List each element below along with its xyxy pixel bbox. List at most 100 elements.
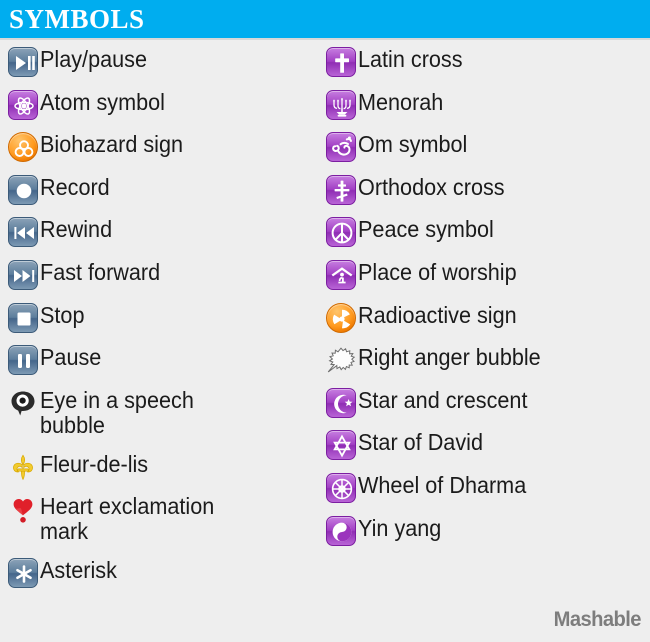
symbol-label: Rewind bbox=[40, 216, 113, 243]
eye-in-speech-bubble-icon bbox=[8, 388, 38, 418]
symbol-list-item[interactable]: Play/pause bbox=[6, 44, 318, 87]
symbol-list-item[interactable]: Menorah bbox=[324, 87, 646, 130]
symbol-label: Play/pause bbox=[40, 46, 147, 72]
icon-slot bbox=[6, 257, 40, 293]
radioactive-sign-icon bbox=[326, 302, 356, 333]
symbol-list-item[interactable]: Record bbox=[6, 172, 318, 215]
pause-icon bbox=[8, 345, 38, 376]
star-of-david-icon bbox=[326, 430, 356, 461]
symbol-label: Yin yang bbox=[358, 514, 442, 541]
icon-slot bbox=[324, 342, 358, 378]
symbol-list-item[interactable]: Star of David bbox=[324, 427, 646, 470]
symbol-list-item[interactable]: Star and crescent bbox=[324, 385, 646, 428]
icon-slot bbox=[6, 300, 40, 336]
latin-cross-icon bbox=[326, 47, 356, 77]
icon-slot bbox=[324, 427, 358, 463]
right-column: Latin cross Menorah Om symbol Orthodox cros… bbox=[324, 44, 646, 555]
symbol-label: Wheel of Dharma bbox=[358, 471, 527, 498]
symbol-list-item[interactable]: Peace symbol bbox=[324, 214, 646, 257]
icon-slot bbox=[324, 470, 358, 506]
symbol-list-item[interactable]: Yin yang bbox=[324, 513, 646, 556]
orthodox-cross-icon bbox=[326, 174, 356, 205]
icon-slot bbox=[324, 257, 358, 293]
icon-slot bbox=[324, 300, 358, 336]
symbol-label: Biohazard sign bbox=[40, 131, 184, 158]
symbol-list-item[interactable]: Pause bbox=[6, 342, 318, 385]
symbol-label: Latin cross bbox=[358, 46, 463, 72]
symbol-label: Atom symbol bbox=[40, 88, 165, 115]
symbol-label: Heart exclamation mark bbox=[40, 493, 215, 545]
atom-symbol-icon bbox=[8, 89, 38, 120]
symbol-label: Pause bbox=[40, 344, 102, 371]
icon-slot bbox=[6, 342, 40, 378]
symbol-list-item[interactable]: Latin cross bbox=[324, 44, 646, 87]
record-icon bbox=[8, 174, 38, 205]
place-of-worship-icon bbox=[326, 259, 356, 290]
symbol-list-item[interactable]: Wheel of Dharma bbox=[324, 470, 646, 513]
header-bar: SYMBOLS bbox=[0, 0, 650, 38]
page-title: SYMBOLS bbox=[9, 4, 145, 34]
icon-slot bbox=[324, 87, 358, 123]
symbol-list-item[interactable]: Fast forward bbox=[6, 257, 318, 300]
icon-slot bbox=[324, 44, 358, 80]
right-anger-bubble-icon bbox=[326, 345, 356, 375]
symbol-label: Om symbol bbox=[358, 131, 468, 158]
header-divider bbox=[0, 38, 650, 40]
asterisk-icon bbox=[8, 558, 38, 589]
symbol-label: Record bbox=[40, 173, 110, 200]
rewind-icon bbox=[8, 217, 38, 248]
icon-slot bbox=[6, 214, 40, 250]
symbol-label: Asterisk bbox=[40, 557, 117, 584]
symbol-list-item[interactable]: Place of worship bbox=[324, 257, 646, 300]
icon-slot bbox=[324, 172, 358, 208]
fleur-de-lis-icon bbox=[8, 452, 38, 482]
peace-symbol-icon bbox=[326, 217, 356, 248]
icon-slot bbox=[6, 555, 40, 591]
icon-slot bbox=[6, 449, 40, 485]
symbols-infographic: SYMBOLS Play/pause Atom symbol Biohazard s… bbox=[0, 0, 650, 642]
mashable-logo: Mashable bbox=[553, 608, 642, 631]
symbol-list-item[interactable]: Atom symbol bbox=[6, 87, 318, 130]
icon-slot bbox=[324, 385, 358, 421]
yin-yang-icon bbox=[326, 515, 356, 546]
symbol-list-item[interactable]: Asterisk bbox=[6, 555, 318, 598]
icon-slot bbox=[324, 513, 358, 549]
symbol-list-item[interactable]: Om symbol bbox=[324, 129, 646, 172]
symbol-list-item[interactable]: Biohazard sign bbox=[6, 129, 318, 172]
stop-icon bbox=[8, 302, 38, 333]
icon-slot bbox=[324, 129, 358, 165]
symbol-list-item[interactable]: Right anger bubble bbox=[324, 342, 646, 385]
icon-slot bbox=[6, 385, 40, 421]
symbol-label: Radioactive sign bbox=[358, 301, 517, 328]
wheel-of-dharma-icon bbox=[326, 472, 356, 503]
symbol-list-item[interactable]: Orthodox cross bbox=[324, 172, 646, 215]
om-symbol-icon bbox=[326, 132, 356, 163]
symbol-list-item[interactable]: Radioactive sign bbox=[324, 300, 646, 343]
symbol-label: Place of worship bbox=[358, 258, 517, 285]
icon-slot bbox=[6, 87, 40, 123]
symbol-label: Fast forward bbox=[40, 258, 161, 285]
symbol-list-item[interactable]: Stop bbox=[6, 300, 318, 343]
symbol-label: Star of David bbox=[358, 429, 483, 456]
symbol-list-item[interactable]: Rewind bbox=[6, 214, 318, 257]
menorah-icon bbox=[326, 89, 356, 120]
symbol-list-item[interactable]: Heart exclamation mark bbox=[6, 491, 318, 555]
symbol-label: Menorah bbox=[358, 88, 444, 115]
heart-exclamation-icon bbox=[8, 494, 38, 524]
symbol-label: Peace symbol bbox=[358, 216, 494, 243]
biohazard-sign-icon bbox=[8, 132, 38, 163]
icon-slot bbox=[6, 491, 40, 527]
fast-forward-icon bbox=[8, 259, 38, 290]
symbol-list-item[interactable]: Eye in a speech bubble bbox=[6, 385, 318, 449]
icon-slot bbox=[6, 129, 40, 165]
symbol-label: Right anger bubble bbox=[358, 344, 541, 371]
icon-slot bbox=[6, 44, 40, 80]
symbol-label: Eye in a speech bubble bbox=[40, 386, 194, 438]
left-column: Play/pause Atom symbol Biohazard sign Recor… bbox=[6, 44, 318, 598]
icon-slot bbox=[324, 214, 358, 250]
icon-slot bbox=[6, 172, 40, 208]
symbol-label: Stop bbox=[40, 301, 85, 328]
symbol-label: Orthodox cross bbox=[358, 173, 505, 200]
star-and-crescent-icon bbox=[326, 387, 356, 418]
symbol-list-item[interactable]: Fleur-de-lis bbox=[6, 449, 318, 492]
